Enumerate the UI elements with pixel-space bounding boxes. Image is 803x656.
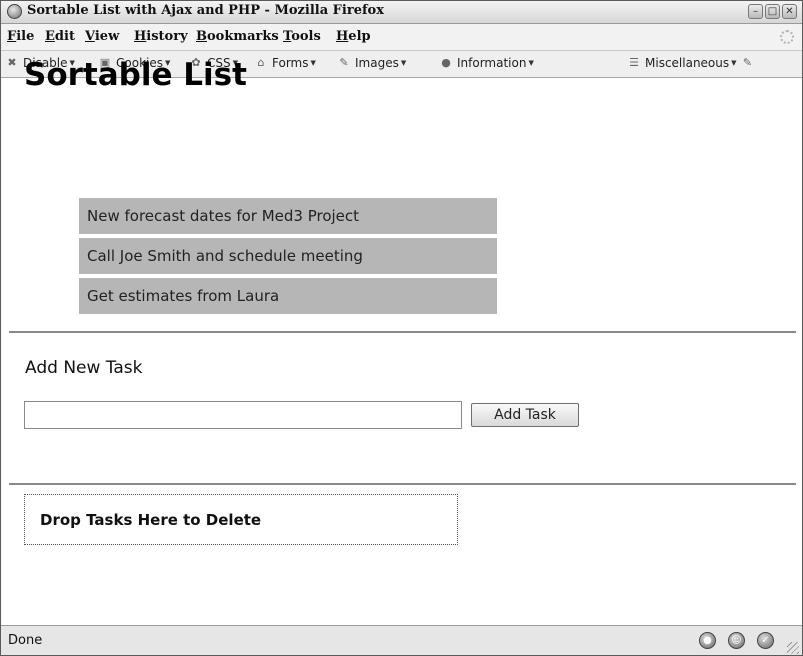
firefox-logo-icon xyxy=(7,4,22,19)
dropdown-arrow-icon: ▼ xyxy=(310,59,316,67)
checkmark-icon[interactable]: ✓ xyxy=(757,632,774,649)
toolbar-miscellaneous-label: Miscellaneous xyxy=(645,56,730,70)
drop-zone-label: Drop Tasks Here to Delete xyxy=(40,511,262,529)
menu-bar: File Edit View History Bookmarks Tools H… xyxy=(1,24,802,51)
minimize-icon[interactable]: – xyxy=(748,4,763,19)
menu-bookmarks[interactable]: Bookmarks xyxy=(196,29,279,44)
smiley-icon[interactable]: ☺ xyxy=(728,632,745,649)
status-bar: Done ● ☺ ✓ xyxy=(1,625,802,655)
page-title: Sortable List xyxy=(24,57,247,93)
task-item[interactable]: Get estimates from Laura xyxy=(79,278,497,314)
toolbar-information-label: Information xyxy=(457,56,527,70)
menu-help[interactable]: Help xyxy=(336,29,371,44)
close-icon[interactable]: ✕ xyxy=(782,4,797,19)
resize-grip-icon[interactable] xyxy=(787,642,799,654)
menu-history[interactable]: History xyxy=(134,29,188,44)
toolbar-forms-label: Forms xyxy=(272,56,309,70)
title-bar: Sortable List with Ajax and PHP - Mozill… xyxy=(1,1,802,24)
dropdown-arrow-icon: ▼ xyxy=(400,59,407,67)
window-title: Sortable List with Ajax and PHP - Mozill… xyxy=(27,3,384,18)
throbber-icon xyxy=(780,30,794,44)
window-controls: – □ ✕ xyxy=(748,4,797,19)
toolbar-miscellaneous[interactable]: ☰ Miscellaneous ▼ ✎ xyxy=(627,56,755,70)
toolbar-images-label: Images xyxy=(355,56,399,70)
outline-icon: ✎ xyxy=(742,56,753,69)
toolbar-information[interactable]: ● Information ▼ xyxy=(439,56,534,70)
firebug-icon[interactable]: ● xyxy=(699,632,716,649)
images-icon: ✎ xyxy=(339,56,349,69)
forms-icon: ⌂ xyxy=(257,56,265,69)
maximize-icon[interactable]: □ xyxy=(765,4,780,19)
information-icon: ● xyxy=(441,56,451,69)
miscellaneous-icon: ☰ xyxy=(629,56,639,69)
status-icons: ● ☺ ✓ xyxy=(699,632,774,649)
delete-drop-zone[interactable]: Drop Tasks Here to Delete xyxy=(24,494,458,545)
browser-window: Sortable List with Ajax and PHP - Mozill… xyxy=(0,0,803,656)
divider xyxy=(9,483,796,485)
toolbar-forms[interactable]: ⌂ Forms ▼ xyxy=(254,56,316,70)
toolbar-images[interactable]: ✎ Images ▼ xyxy=(337,56,406,70)
menu-view[interactable]: View xyxy=(85,29,119,44)
dropdown-arrow-icon: ▼ xyxy=(528,59,534,67)
task-item[interactable]: New forecast dates for Med3 Project xyxy=(79,198,497,234)
add-task-heading: Add New Task xyxy=(25,358,143,378)
menu-file[interactable]: File xyxy=(7,29,34,44)
new-task-input[interactable] xyxy=(24,401,462,429)
status-text: Done xyxy=(8,633,43,648)
task-item[interactable]: Call Joe Smith and schedule meeting xyxy=(79,238,497,274)
add-task-button[interactable]: Add Task xyxy=(471,403,579,427)
divider xyxy=(9,331,796,333)
disable-icon: ✖ xyxy=(7,56,17,69)
menu-tools[interactable]: Tools xyxy=(283,29,321,44)
dropdown-arrow-icon: ▼ xyxy=(731,59,737,67)
menu-edit[interactable]: Edit xyxy=(45,29,75,44)
